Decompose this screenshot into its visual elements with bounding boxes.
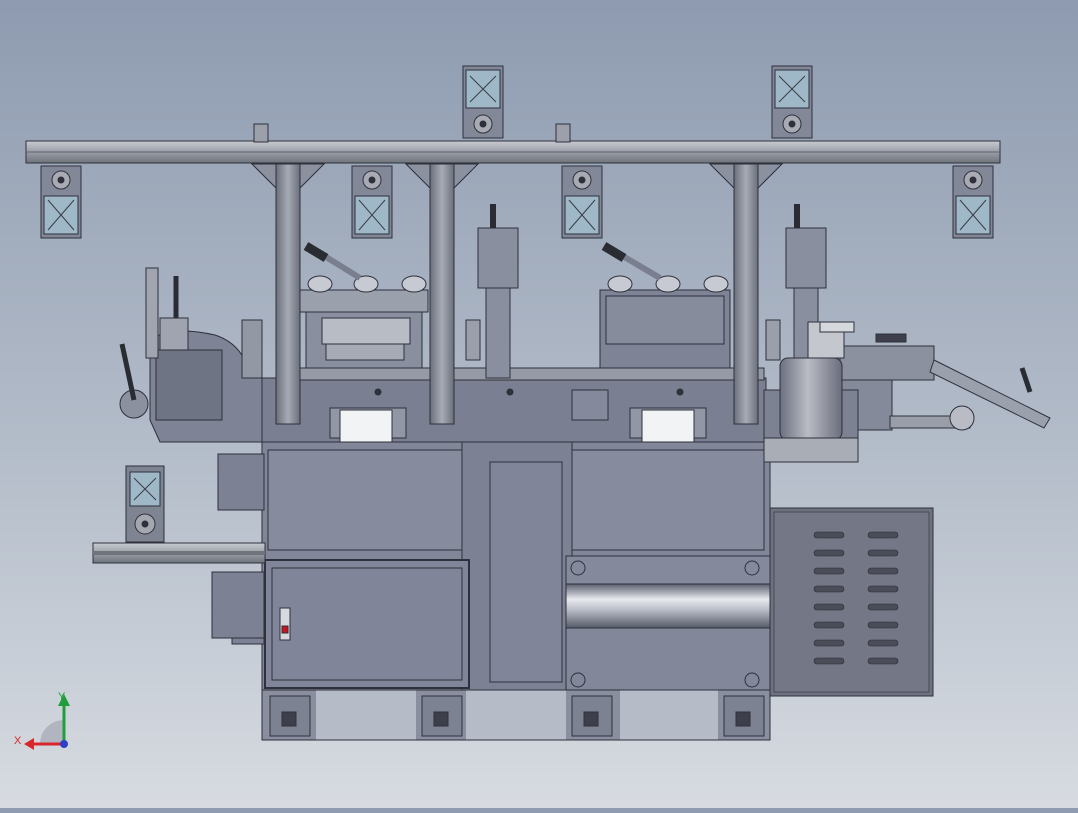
axis-triad: Y X [14,691,70,750]
door-lock-icon [281,625,289,634]
guide-roller-top-left [462,65,504,139]
electrical-cabinet [769,507,934,697]
y-axis-label: Y [58,691,66,703]
right-rewinder [839,333,1051,431]
work-deck [261,289,767,443]
machine-base [261,439,771,741]
guide-roller-top-right [771,65,813,139]
top-beam [25,123,1001,164]
cad-viewport[interactable]: Y X [0,0,1078,808]
x-axis-label: X [14,735,22,747]
guide-roller-hanging [40,165,994,239]
left-unwinder [119,267,263,443]
machine-drawing: Y X [14,65,1051,750]
